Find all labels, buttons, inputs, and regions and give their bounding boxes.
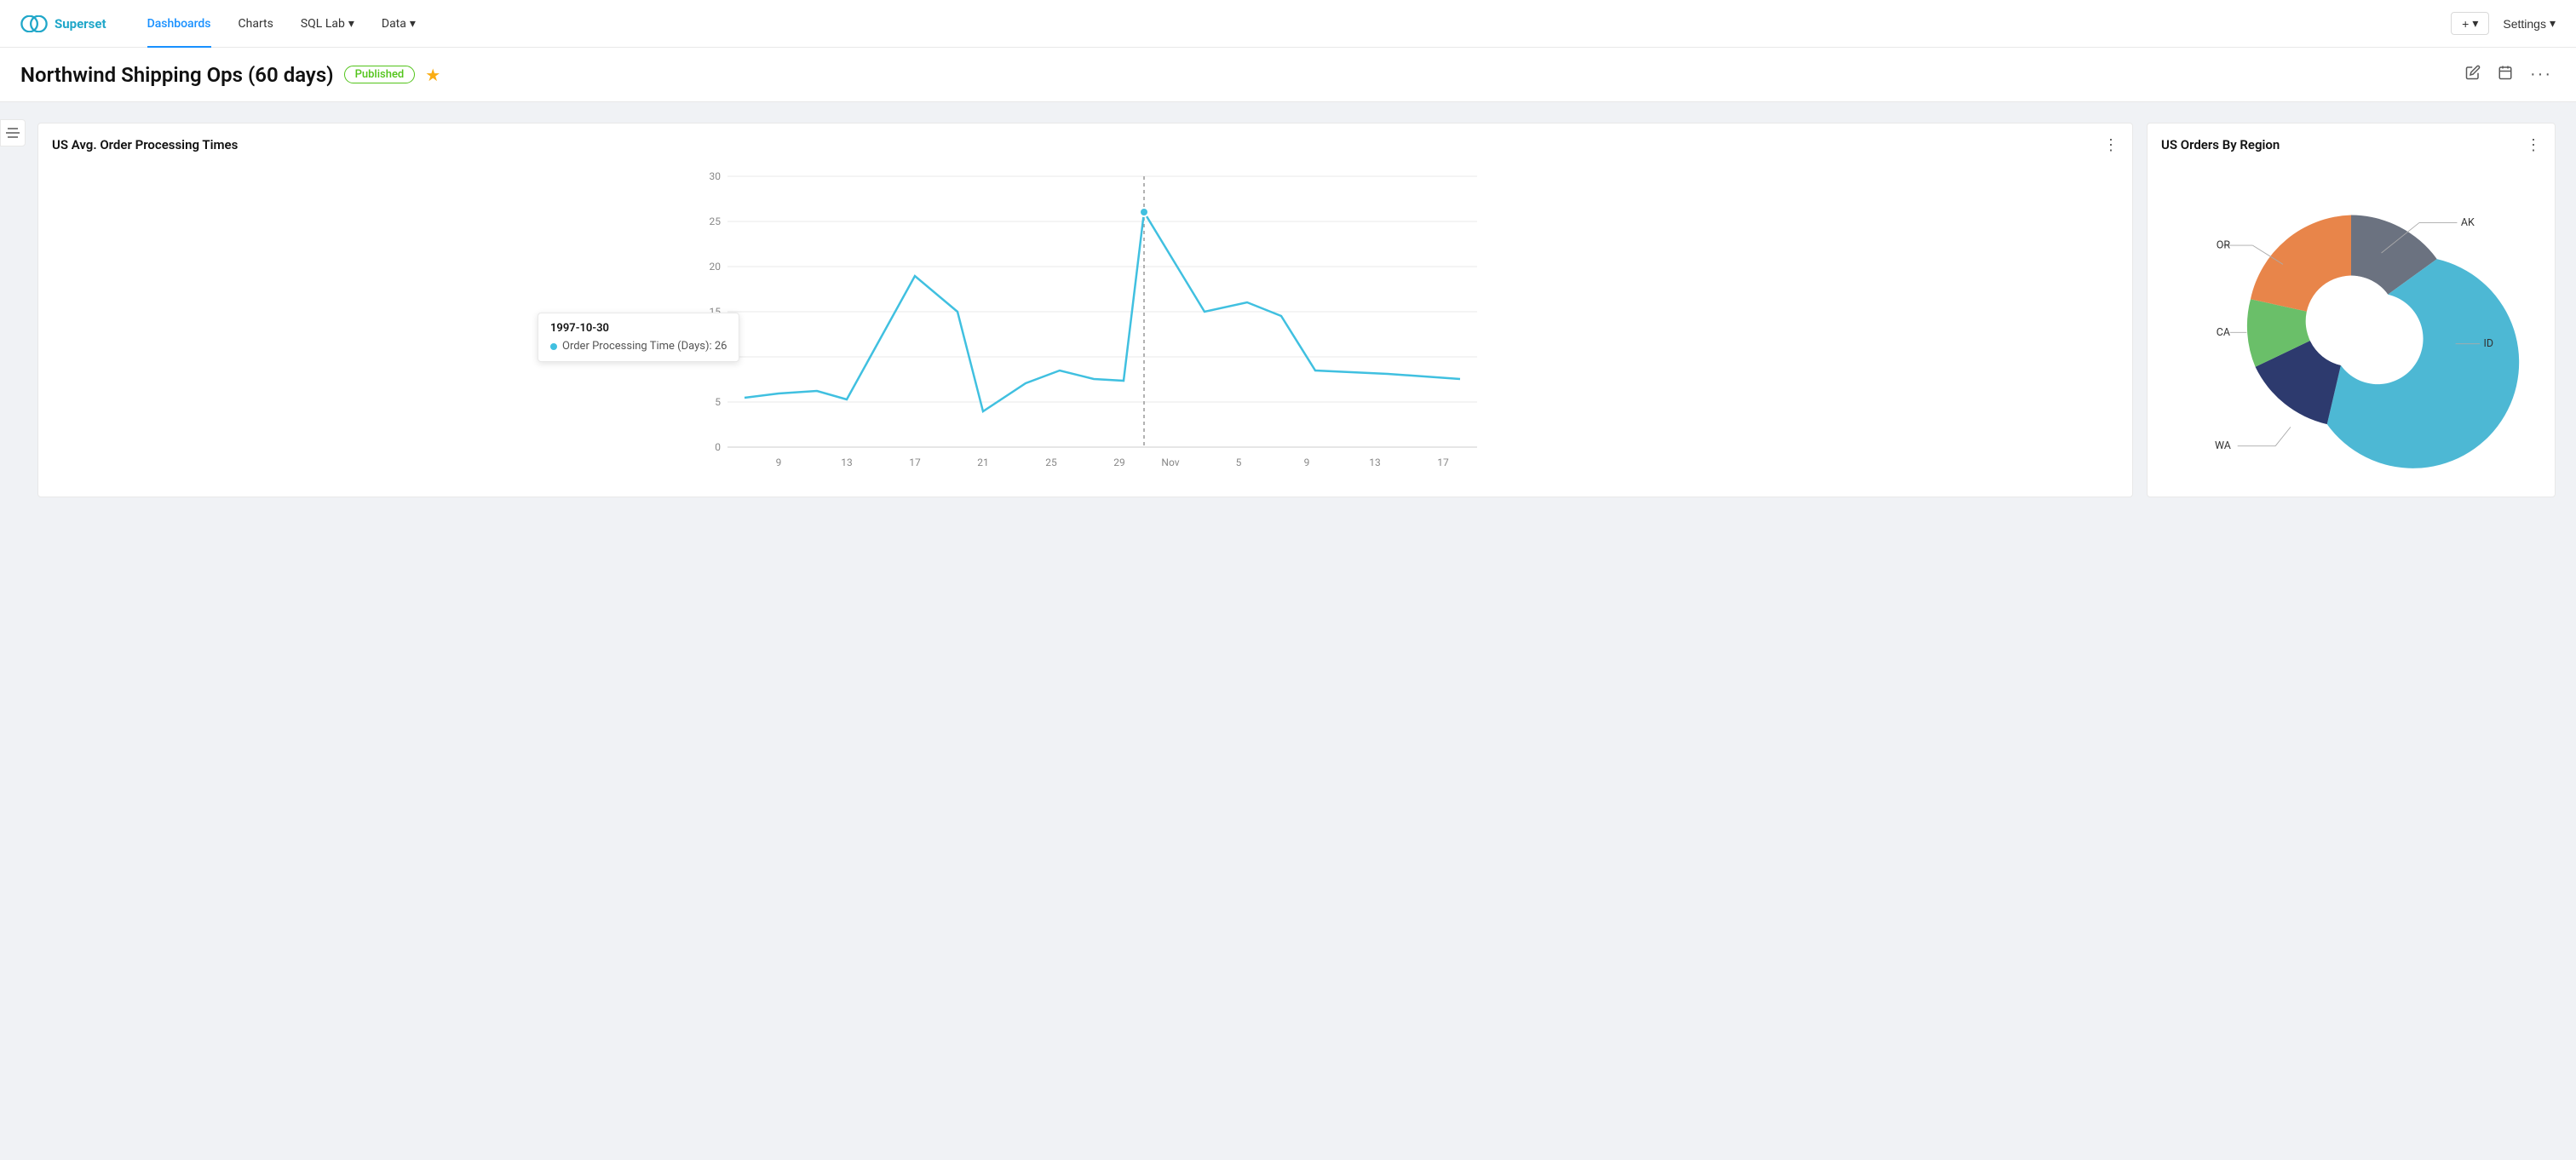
svg-text:9: 9 — [1304, 457, 1310, 468]
main-content: US Avg. Order Processing Times ⋮ 30 25 — [0, 102, 2576, 1160]
nav-right: + ▾ Settings ▾ — [2451, 12, 2556, 35]
dashboard-actions: ··· — [2462, 61, 2556, 88]
logo-text: Superset — [55, 16, 106, 32]
published-badge: Published — [344, 66, 416, 83]
svg-text:13: 13 — [1369, 457, 1381, 468]
logo-icon — [20, 15, 48, 32]
pie-chart-more-button[interactable]: ⋮ — [2526, 137, 2541, 152]
pie-chart-title: US Orders By Region — [2161, 137, 2280, 152]
pie-chart-container: AK ID WA CA OR — [2161, 159, 2541, 483]
svg-text:10: 10 — [710, 351, 722, 363]
plus-icon: + — [2462, 17, 2469, 31]
ellipsis-icon: ··· — [2530, 65, 2552, 83]
svg-text:30: 30 — [710, 170, 722, 182]
top-nav: Superset Dashboards Charts SQL Lab ▾ Dat… — [0, 0, 2576, 48]
logo[interactable]: Superset — [20, 15, 106, 32]
ak-label: AK — [2461, 216, 2475, 229]
line-chart-more-button[interactable]: ⋮ — [2103, 137, 2119, 152]
settings-button[interactable]: Settings ▾ — [2503, 16, 2556, 31]
pie-chart-header: US Orders By Region ⋮ — [2161, 137, 2541, 152]
or-label: OR — [2217, 239, 2231, 252]
nav-dashboards[interactable]: Dashboards — [134, 0, 225, 48]
wa-label-line — [2275, 427, 2291, 445]
charts-row: US Avg. Order Processing Times ⋮ 30 25 — [37, 123, 2556, 497]
line-chart-svg: 30 25 20 15 10 5 0 9 13 17 21 25 2 — [52, 159, 2119, 483]
nav-charts[interactable]: Charts — [225, 0, 287, 48]
svg-text:17: 17 — [1437, 457, 1449, 468]
sqllab-dropdown-icon: ▾ — [348, 17, 354, 31]
filter-toggle-icon — [6, 127, 20, 139]
plus-dropdown-icon: ▾ — [2472, 16, 2478, 31]
svg-text:29: 29 — [1113, 457, 1125, 468]
plus-button[interactable]: + ▾ — [2451, 12, 2489, 35]
dash-title-area: Northwind Shipping Ops (60 days) Publish… — [20, 63, 440, 87]
nav-links: Dashboards Charts SQL Lab ▾ Data ▾ — [134, 0, 429, 48]
schedule-button[interactable] — [2494, 61, 2516, 88]
more-actions-button[interactable]: ··· — [2527, 61, 2556, 88]
dashboard-title: Northwind Shipping Ops (60 days) — [20, 63, 334, 87]
nav-sqllab[interactable]: SQL Lab ▾ — [287, 0, 368, 48]
wa-label: WA — [2215, 439, 2231, 452]
id-label: ID — [2484, 337, 2494, 350]
svg-text:13: 13 — [841, 457, 853, 468]
svg-text:5: 5 — [715, 396, 721, 408]
edit-button[interactable] — [2462, 61, 2484, 88]
filter-toggle[interactable] — [0, 119, 26, 146]
svg-text:17: 17 — [909, 457, 921, 468]
pie-chart-svg: AK ID WA CA OR — [2215, 185, 2487, 457]
line-chart-container: 30 25 20 15 10 5 0 9 13 17 21 25 2 — [52, 159, 2119, 483]
nav-left: Superset Dashboards Charts SQL Lab ▾ Dat… — [20, 0, 429, 48]
pie-chart-panel: US Orders By Region ⋮ — [2147, 123, 2556, 497]
svg-text:0: 0 — [715, 441, 721, 453]
nav-data[interactable]: Data ▾ — [368, 0, 429, 48]
settings-dropdown-icon: ▾ — [2550, 16, 2556, 31]
data-dropdown-icon: ▾ — [410, 17, 416, 31]
svg-text:15: 15 — [710, 306, 722, 318]
calendar-icon — [2498, 65, 2513, 80]
svg-text:25: 25 — [710, 215, 722, 227]
svg-text:21: 21 — [977, 457, 989, 468]
svg-text:20: 20 — [710, 261, 722, 273]
line-chart-header: US Avg. Order Processing Times ⋮ — [52, 137, 2119, 152]
svg-text:Nov: Nov — [1161, 457, 1179, 468]
svg-text:5: 5 — [1236, 457, 1242, 468]
dashboard-header: Northwind Shipping Ops (60 days) Publish… — [0, 48, 2576, 102]
edit-icon — [2465, 65, 2481, 80]
ca-label: CA — [2217, 326, 2230, 339]
svg-text:25: 25 — [1045, 457, 1057, 468]
line-chart-panel: US Avg. Order Processing Times ⋮ 30 25 — [37, 123, 2133, 497]
donut-hole — [2306, 276, 2397, 367]
line-chart-title: US Avg. Order Processing Times — [52, 137, 238, 152]
svg-text:9: 9 — [776, 457, 782, 468]
star-icon[interactable]: ★ — [425, 65, 440, 85]
